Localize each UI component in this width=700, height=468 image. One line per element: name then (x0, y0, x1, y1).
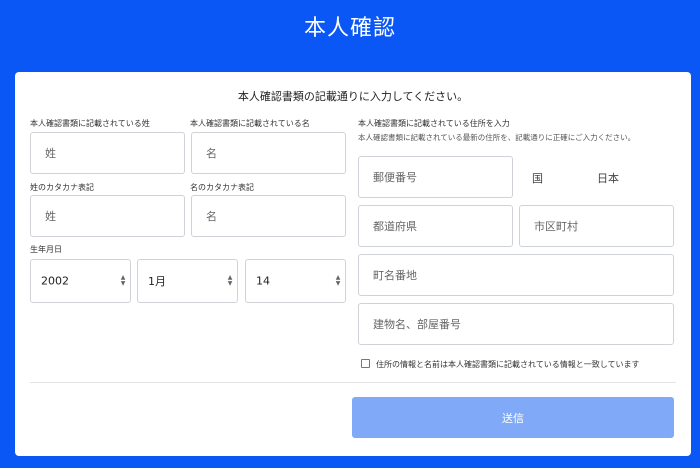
birth-year-select[interactable]: 2002 ▲ ▼ (30, 259, 131, 303)
birth-day-value: 14 (256, 274, 270, 288)
address-label: 本人確認書類に記載されている住所を入力 (358, 119, 510, 128)
consent-label: 住所の情報と名前は本人確認書類に記載されている情報と一致しています (376, 360, 640, 369)
first-name-kana-label: 名のカタカナ表記 (190, 183, 254, 192)
birth-month-select[interactable]: 1月 ▲ ▼ (137, 259, 238, 303)
prefecture-input[interactable]: 都道府県 (358, 205, 513, 247)
divider (30, 382, 676, 383)
page-title: 本人確認 (303, 16, 396, 41)
last-name-input[interactable]: 姓 (30, 132, 185, 174)
country-label: 国 (532, 172, 543, 185)
address-note: 本人確認書類に記載されている最新の住所を、記載通りに正確にご入力ください。 (358, 133, 636, 142)
street-placeholder: 町名番地 (373, 269, 417, 282)
chevron-updown-icon: ▲ ▼ (335, 274, 341, 287)
chevron-updown-icon: ▲ ▼ (227, 274, 233, 287)
street-input[interactable]: 町名番地 (358, 254, 674, 296)
first-name-label: 本人確認書類に記載されている名 (190, 119, 310, 128)
first-name-kana-input[interactable]: 名 (191, 195, 346, 237)
last-name-label: 本人確認書類に記載されている姓 (30, 119, 150, 128)
chevron-updown-icon: ▲ ▼ (120, 274, 126, 287)
city-placeholder: 市区町村 (534, 220, 578, 233)
building-placeholder: 建物名、部屋番号 (373, 318, 461, 331)
verification-form-card: 本人確認書類の記載通りに入力してください。 本人確認書類に記載されている姓 姓 … (15, 72, 691, 456)
first-name-kana-placeholder: 名 (206, 210, 217, 223)
last-name-kana-placeholder: 姓 (45, 210, 56, 223)
form-intro: 本人確認書類の記載通りに入力してください。 (237, 90, 469, 103)
submit-button[interactable]: 送信 (352, 397, 674, 438)
postal-code-placeholder: 郵便番号 (373, 171, 417, 184)
first-name-input[interactable]: 名 (191, 132, 346, 174)
building-input[interactable]: 建物名、部屋番号 (358, 303, 674, 345)
birth-day-select[interactable]: 14 ▲ ▼ (245, 259, 346, 303)
birthdate-label: 生年月日 (30, 245, 62, 254)
last-name-kana-label: 姓のカタカナ表記 (30, 183, 94, 192)
city-input[interactable]: 市区町村 (519, 205, 674, 247)
birth-month-value: 1月 (148, 275, 166, 288)
last-name-kana-input[interactable]: 姓 (30, 195, 185, 237)
birth-year-value: 2002 (41, 274, 69, 288)
last-name-placeholder: 姓 (45, 147, 56, 160)
prefecture-placeholder: 都道府県 (373, 220, 417, 233)
first-name-placeholder: 名 (206, 147, 217, 160)
consent-checkbox[interactable] (361, 359, 370, 368)
country-value: 日本 (597, 172, 619, 185)
postal-code-input[interactable]: 郵便番号 (358, 156, 513, 198)
